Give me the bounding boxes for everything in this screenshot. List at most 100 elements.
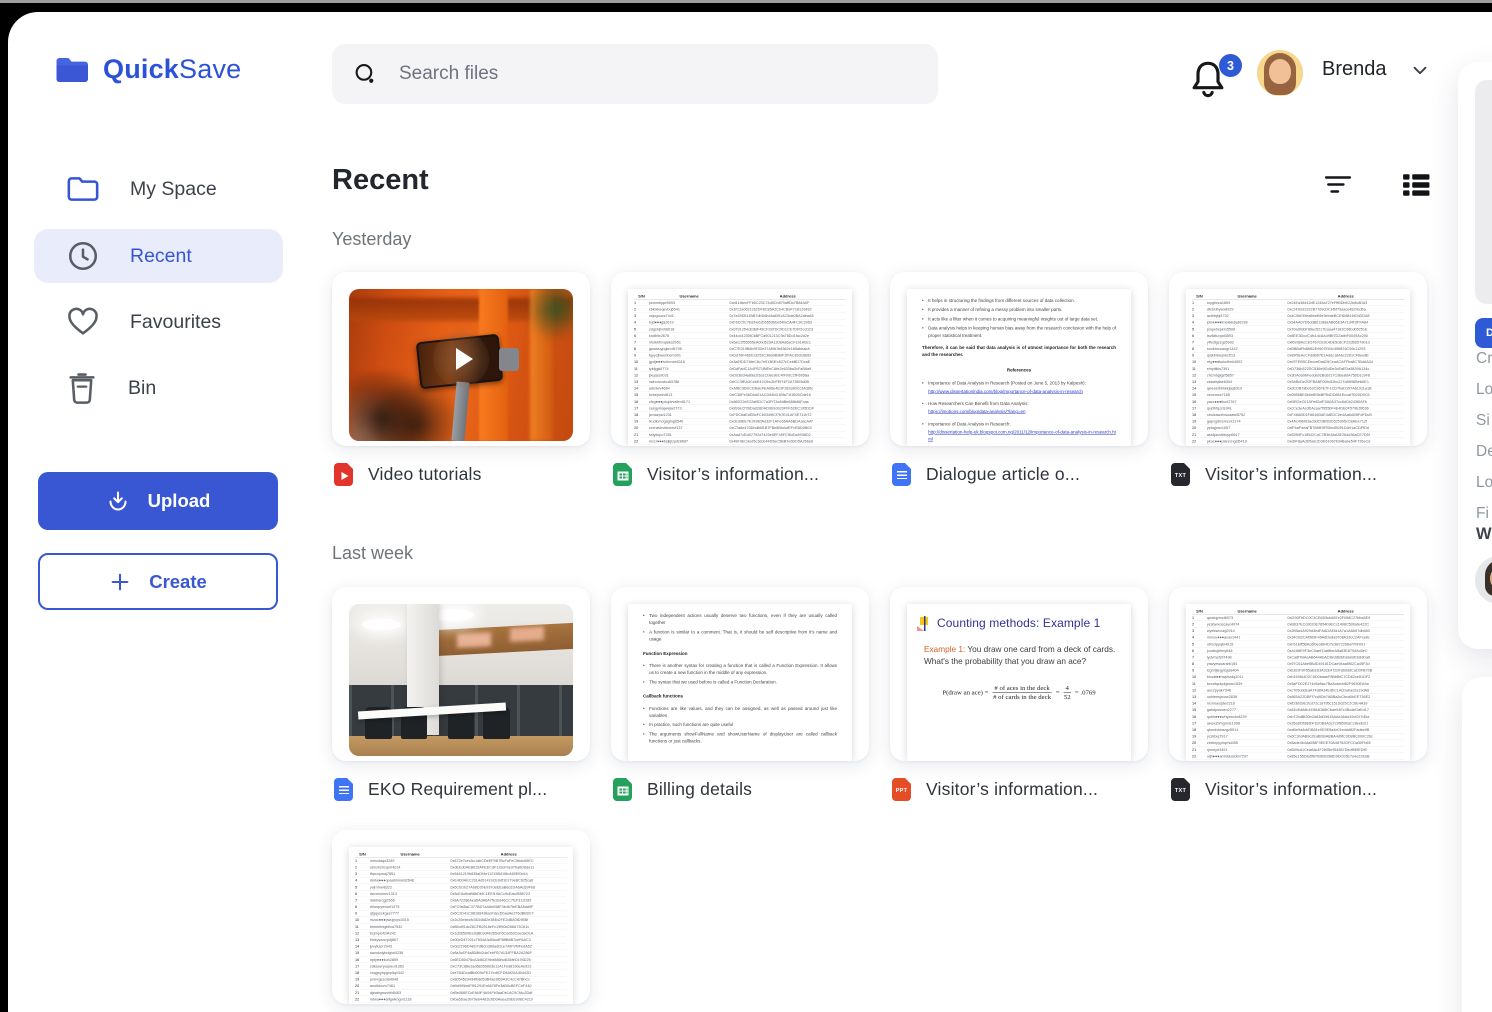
details-field: Lo bbox=[1476, 474, 1492, 492]
details-field: De bbox=[1476, 443, 1492, 461]
file-card[interactable]: S/NUsernameAddress1psmmbjqw90930xd41fAec… bbox=[611, 272, 869, 446]
list-view-icon[interactable] bbox=[1402, 172, 1430, 198]
file-label-row[interactable]: Video tutorials bbox=[332, 463, 590, 486]
file-item-visitors-information-txt-2: S/NUsernameAddress1qwsfqprxzt60730xf290F… bbox=[1169, 587, 1427, 801]
file-label-row[interactable]: TXT Visitor’s information... bbox=[1169, 778, 1427, 801]
details-field: Fi bbox=[1476, 505, 1489, 523]
app-window: QuickSave 3 Brenda My Space bbox=[8, 12, 1492, 1012]
secondary-panel bbox=[1462, 677, 1492, 1012]
document-thumbnail: •It helps in structuring the findings fr… bbox=[907, 289, 1131, 446]
file-row: EKO Requirement pl... •Two independent a… bbox=[332, 587, 1427, 801]
file-label-row[interactable]: PPT Visitor’s information... bbox=[890, 778, 1148, 801]
video-thumbnail bbox=[349, 289, 573, 441]
details-member-avatar bbox=[1475, 556, 1492, 604]
details-field: Si bbox=[1476, 412, 1490, 430]
txt-file-icon: TXT bbox=[1171, 778, 1190, 801]
sidebar-item-label: My Space bbox=[130, 178, 217, 201]
create-button[interactable]: Create bbox=[38, 553, 278, 610]
details-thumbnail-placeholder bbox=[1475, 80, 1492, 304]
file-name: EKO Requirement pl... bbox=[368, 779, 547, 800]
sidebar-item-label: Favourites bbox=[130, 311, 221, 334]
folder-logo-icon bbox=[55, 55, 91, 85]
file-name: Dialogue article o... bbox=[926, 464, 1080, 485]
page-title: Recent bbox=[332, 164, 429, 197]
document-thumbnail: •Two independent actions usually deserve… bbox=[628, 604, 852, 761]
file-card[interactable]: S/NUsernameAddress1roygfwza18090x24Ea384… bbox=[1169, 272, 1427, 446]
folder-icon bbox=[66, 174, 100, 204]
file-name: Visitor’s information... bbox=[1205, 464, 1377, 485]
upload-label: Upload bbox=[148, 490, 211, 512]
file-item-visitors-information-ppt: Counting methods: Example 1 Example 1: Y… bbox=[890, 587, 1148, 801]
spreadsheet-file-icon bbox=[613, 463, 632, 486]
plus-icon bbox=[109, 571, 131, 593]
file-name: Visitor’s information... bbox=[647, 464, 819, 485]
file-item-dialogue-article: •It helps in structuring the findings fr… bbox=[890, 272, 1148, 486]
slide-thumbnail: Counting methods: Example 1 Example 1: Y… bbox=[907, 604, 1131, 761]
details-action-button[interactable]: Do bbox=[1475, 318, 1492, 348]
file-item-spreadsheet-partial: S/NUsernameAddress1mmcdaqs32890x872e7cec… bbox=[332, 830, 590, 1004]
video-file-icon bbox=[334, 463, 353, 486]
sidebar-item-my-space[interactable]: My Space bbox=[66, 169, 217, 209]
app-logo: QuickSave bbox=[55, 54, 241, 85]
sheet-table: S/NUsernameAddress1qwsfqprxzt60730xf290F… bbox=[1186, 604, 1410, 761]
ppt-file-icon: PPT bbox=[892, 778, 911, 801]
file-item-video-tutorials: Video tutorials bbox=[332, 272, 590, 486]
file-item-visitors-information-txt: S/NUsernameAddress1roygfwza18090x24Ea384… bbox=[1169, 272, 1427, 486]
section-label-yesterday: Yesterday bbox=[332, 229, 411, 250]
slide-decoration bbox=[918, 616, 931, 631]
download-arrow-icon bbox=[106, 489, 130, 513]
file-card[interactable]: •Two independent actions usually deserve… bbox=[611, 587, 869, 761]
doc-file-icon bbox=[892, 463, 911, 486]
file-label-row[interactable]: Billing details bbox=[611, 778, 869, 801]
file-label-row[interactable]: Visitor’s information... bbox=[611, 463, 869, 486]
hyperlink: http://dissertation-help-uk.blogspot.com… bbox=[928, 429, 1116, 443]
file-card[interactable]: S/NUsernameAddress1mmcdaqs32890x872e7cec… bbox=[332, 830, 590, 1004]
spreadsheet-thumbnail: S/NUsernameAddress1roygfwza18090x24Ea384… bbox=[1186, 289, 1410, 446]
file-row: S/NUsernameAddress1mmcdaqs32890x872e7cec… bbox=[332, 830, 590, 1004]
spreadsheet-thumbnail: S/NUsernameAddress1qwsfqprxzt60730xf290F… bbox=[1186, 604, 1410, 761]
file-card[interactable] bbox=[332, 587, 590, 761]
file-card[interactable]: Counting methods: Example 1 Example 1: Y… bbox=[890, 587, 1148, 761]
sidebar-item-bin[interactable]: Bin bbox=[66, 368, 156, 408]
hyperlink: http://www.dissertationindia.com/blog/im… bbox=[928, 388, 1086, 395]
file-details-panel: Do Cr Lo Si De Lo Fi W bbox=[1458, 62, 1492, 649]
details-field: Lo bbox=[1476, 381, 1492, 399]
file-name: Video tutorials bbox=[368, 464, 482, 485]
create-label: Create bbox=[149, 571, 207, 593]
screen-top-line bbox=[0, 0, 1492, 3]
file-name: Visitor’s information... bbox=[1205, 779, 1377, 800]
clock-icon bbox=[66, 239, 100, 273]
trash-icon bbox=[66, 371, 98, 405]
sidebar-item-label: Bin bbox=[128, 377, 156, 400]
sidebar-item-label: Recent bbox=[130, 245, 192, 268]
file-row: Video tutorials S/NUsernameAddress1psmmb… bbox=[332, 272, 1427, 486]
sheet-table: S/NUsernameAddress1mmcdaqs32890x872e7cec… bbox=[349, 847, 573, 1004]
filter-icon[interactable] bbox=[1324, 172, 1352, 198]
upload-button[interactable]: Upload bbox=[38, 472, 278, 530]
spreadsheet-file-icon bbox=[613, 778, 632, 801]
app-title: QuickSave bbox=[103, 54, 241, 85]
file-name: Visitor’s information... bbox=[926, 779, 1098, 800]
main-content: Recent Yesterday bbox=[332, 12, 1436, 1012]
file-item-visitors-information-sheet: S/NUsernameAddress1psmmbjqw90930xd41fAec… bbox=[611, 272, 869, 486]
file-label-row[interactable]: EKO Requirement pl... bbox=[332, 778, 590, 801]
spreadsheet-thumbnail: S/NUsernameAddress1mmcdaqs32890x872e7cec… bbox=[349, 847, 573, 1004]
file-card[interactable]: S/NUsernameAddress1qwsfqprxzt60730xf290F… bbox=[1169, 587, 1427, 761]
file-label-row[interactable]: TXT Visitor’s information... bbox=[1169, 463, 1427, 486]
file-card[interactable]: •It helps in structuring the findings fr… bbox=[890, 272, 1148, 446]
doc-file-icon bbox=[334, 778, 353, 801]
section-label-last-week: Last week bbox=[332, 543, 413, 564]
file-name: Billing details bbox=[647, 779, 752, 800]
office-photo-thumbnail bbox=[349, 604, 573, 756]
play-button-icon[interactable] bbox=[433, 331, 489, 387]
sidebar-item-recent[interactable]: Recent bbox=[66, 236, 192, 276]
file-item-eko-requirement: EKO Requirement pl... bbox=[332, 587, 590, 801]
sidebar-item-favourites[interactable]: Favourites bbox=[66, 302, 221, 342]
details-field: Cr bbox=[1476, 350, 1492, 368]
file-label-row[interactable]: Dialogue article o... bbox=[890, 463, 1148, 486]
sheet-table: S/NUsernameAddress1roygfwza18090x24Ea384… bbox=[1186, 289, 1410, 446]
file-item-billing-details: •Two independent actions usually deserve… bbox=[611, 587, 869, 801]
view-controls bbox=[1324, 172, 1430, 198]
txt-file-icon: TXT bbox=[1171, 463, 1190, 486]
file-card[interactable] bbox=[332, 272, 590, 446]
